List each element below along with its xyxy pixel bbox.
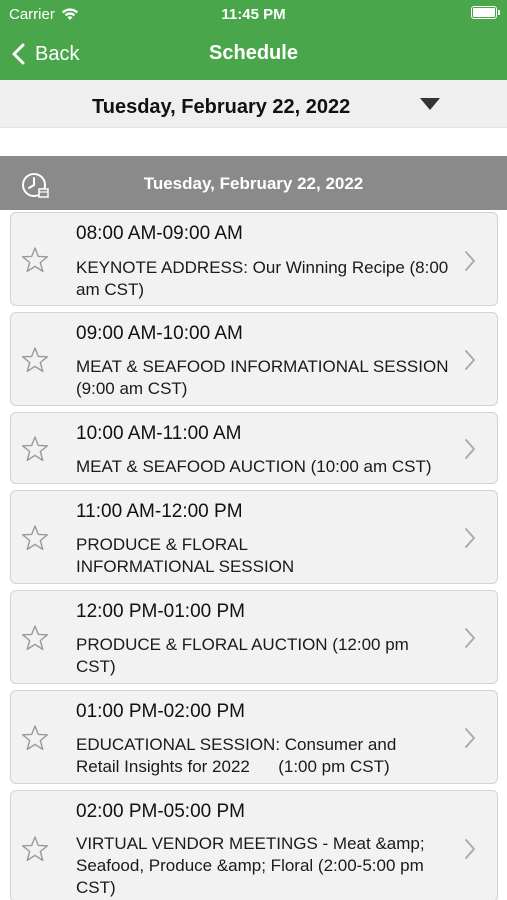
star-outline-icon[interactable] bbox=[21, 435, 49, 463]
session-title: PRODUCE & FLORAL INFORMATIONAL SESSION bbox=[76, 535, 295, 576]
session-row[interactable]: 08:00 AM-09:00 AM KEYNOTE ADDRESS: Our W… bbox=[10, 212, 498, 306]
session-time: 09:00 AM-10:00 AM bbox=[76, 323, 243, 344]
chevron-right-icon bbox=[465, 728, 475, 748]
session-title: KEYNOTE ADDRESS: Our Winning Recipe (8:0… bbox=[76, 258, 449, 299]
battery-icon bbox=[471, 6, 500, 19]
navigation-bar: Back Schedule bbox=[0, 30, 507, 80]
triangle-down-icon[interactable] bbox=[420, 98, 440, 110]
chevron-right-icon bbox=[465, 839, 475, 859]
session-title: EDUCATIONAL SESSION: Consumer and Retail… bbox=[76, 735, 402, 776]
session-time: 10:00 AM-11:00 AM bbox=[76, 423, 242, 444]
session-row[interactable]: 10:00 AM-11:00 AM MEAT & SEAFOOD AUCTION… bbox=[10, 412, 498, 484]
chevron-right-icon bbox=[465, 528, 475, 548]
status-bar: Carrier 11:45 PM bbox=[0, 0, 507, 30]
session-title: MEAT & SEAFOOD AUCTION (10:00 am CST) bbox=[76, 457, 432, 476]
section-title: Tuesday, February 22, 2022 bbox=[143, 174, 364, 193]
session-title: MEAT & SEAFOOD INFORMATIONAL SESSION (9:… bbox=[76, 357, 449, 398]
session-row[interactable]: 11:00 AM-12:00 PM PRODUCE & FLORAL INFOR… bbox=[10, 490, 498, 584]
star-outline-icon[interactable] bbox=[21, 724, 49, 752]
chevron-right-icon bbox=[465, 251, 475, 271]
star-outline-icon[interactable] bbox=[21, 246, 49, 274]
session-title: VIRTUAL VENDOR MEETINGS - Meat &amp; Sea… bbox=[76, 834, 425, 897]
session-title: PRODUCE & FLORAL AUCTION (12:00 pm CST) bbox=[76, 635, 409, 676]
session-time: 12:00 PM-01:00 PM bbox=[76, 601, 245, 622]
chevron-right-icon bbox=[465, 350, 475, 370]
star-outline-icon[interactable] bbox=[21, 524, 49, 552]
session-row[interactable]: 12:00 PM-01:00 PM PRODUCE & FLORAL AUCTI… bbox=[10, 590, 498, 684]
chevron-right-icon bbox=[465, 628, 475, 648]
session-row[interactable]: 02:00 PM-05:00 PM VIRTUAL VENDOR MEETING… bbox=[10, 790, 498, 900]
session-time: 11:00 AM-12:00 PM bbox=[76, 501, 243, 522]
section-header: Tuesday, February 22, 2022 bbox=[0, 156, 507, 210]
status-time: 11:45 PM bbox=[221, 6, 286, 23]
selected-date: Tuesday, February 22, 2022 bbox=[92, 96, 351, 118]
star-outline-icon[interactable] bbox=[21, 835, 49, 863]
session-time: 02:00 PM-05:00 PM bbox=[76, 801, 245, 822]
session-time: 08:00 AM-09:00 AM bbox=[76, 223, 243, 244]
session-time: 01:00 PM-02:00 PM bbox=[76, 701, 245, 722]
star-outline-icon[interactable] bbox=[21, 346, 49, 374]
star-outline-icon[interactable] bbox=[21, 624, 49, 652]
session-row[interactable]: 09:00 AM-10:00 AM MEAT & SEAFOOD INFORMA… bbox=[10, 312, 498, 406]
chevron-right-icon bbox=[465, 439, 475, 459]
page-title: Schedule bbox=[209, 42, 298, 64]
session-row[interactable]: 01:00 PM-02:00 PM EDUCATIONAL SESSION: C… bbox=[10, 690, 498, 784]
